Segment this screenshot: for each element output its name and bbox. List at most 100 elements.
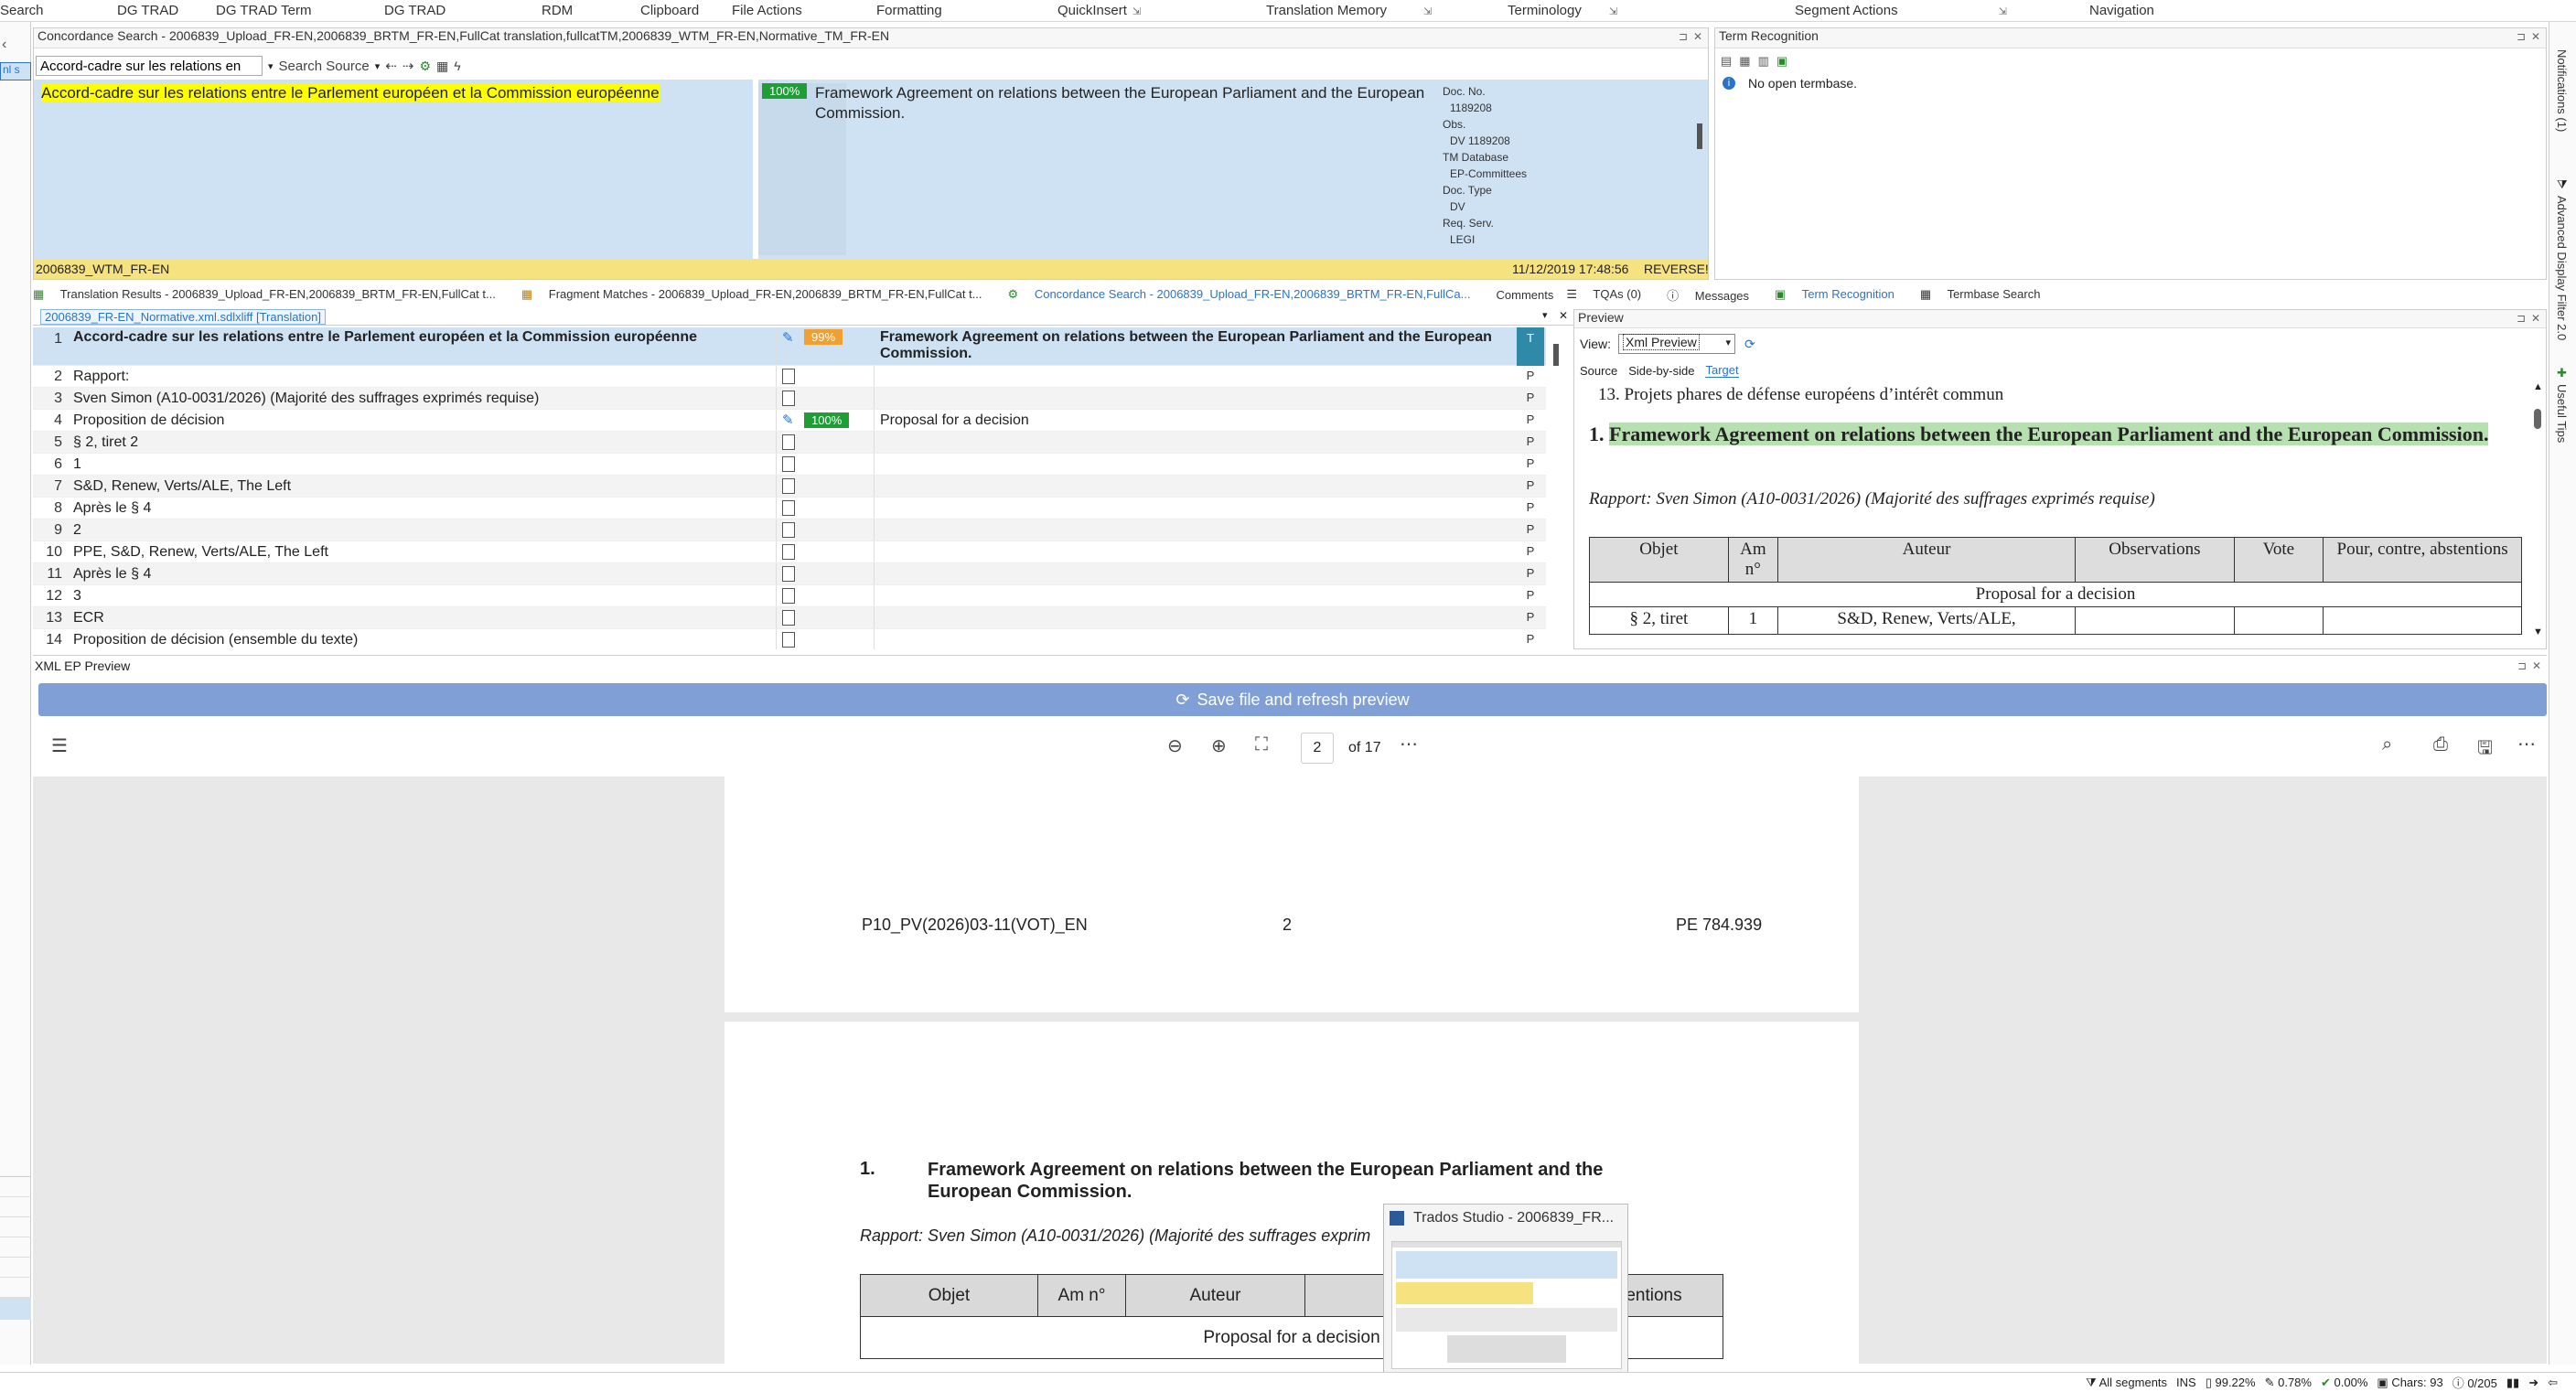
subtab-target[interactable]: Target xyxy=(1705,363,1739,378)
ribbon-group-dg-trad-term[interactable]: DG TRAD Term xyxy=(216,3,311,18)
dropdown-icon[interactable]: ▾ xyxy=(375,60,381,72)
tab-term-recognition[interactable]: ▣ Term Recognition xyxy=(1775,287,1907,302)
left-nav-entry[interactable] xyxy=(0,1278,31,1298)
side-tab-display-filter[interactable]: Advanced Display Filter 2.0 xyxy=(2555,196,2569,340)
ribbon-group-rdm[interactable]: RDM xyxy=(542,3,573,18)
segment-row[interactable]: 13 ECR P xyxy=(33,607,1546,629)
left-nav-entry-selected[interactable] xyxy=(0,1298,31,1320)
side-tab-notifications[interactable]: Notifications (1) xyxy=(2555,49,2569,132)
left-nav-entry[interactable] xyxy=(0,1177,31,1197)
save-refresh-button[interactable]: ⟳ Save file and refresh preview xyxy=(38,683,2547,716)
subtab-side-by-side[interactable]: Side-by-side xyxy=(1628,364,1694,378)
segment-row[interactable]: 8 Après le § 4 P xyxy=(33,498,1546,519)
pin-icon[interactable]: ⊐ xyxy=(2517,659,2527,672)
ribbon-group-dg-trad-2[interactable]: DG TRAD xyxy=(384,3,445,18)
list-view-icon[interactable]: ▤ xyxy=(1721,54,1732,69)
back-arrow-icon[interactable]: ⇠ xyxy=(385,58,397,74)
expand-icon[interactable]: ⇲ xyxy=(1609,6,1617,17)
dropdown-icon[interactable]: ▾ xyxy=(1542,309,1548,321)
segment-row[interactable]: 9 2 P xyxy=(33,519,1546,541)
pdf-viewport[interactable]: P10_PV(2026)03-11(VOT)_EN 2 PE 784.939 1… xyxy=(33,776,2547,1364)
pin-icon[interactable]: ⊐ xyxy=(1679,30,1688,43)
grid-view-icon[interactable]: ▦ xyxy=(1739,54,1750,69)
segment-row[interactable]: 7 S&D, Renew, Verts/ALE, The Left P xyxy=(33,476,1546,498)
zoom-in-icon[interactable]: ⊕ xyxy=(1211,734,1227,757)
ribbon-group-terminology[interactable]: Terminology ⇲ xyxy=(1508,3,1617,18)
left-nav-entry[interactable] xyxy=(0,1258,31,1278)
zoom-out-icon[interactable]: ⊖ xyxy=(1167,734,1183,757)
ribbon-group-dg-trad[interactable]: DG TRAD xyxy=(117,3,178,18)
segment-row[interactable]: 6 1 P xyxy=(33,454,1546,476)
page-number-input[interactable]: 2 xyxy=(1301,733,1334,764)
status-insert-mode[interactable]: INS xyxy=(2176,1376,2196,1389)
close-icon[interactable]: ✕ xyxy=(1559,309,1568,322)
lightning-icon[interactable]: ϟ xyxy=(454,59,460,73)
ribbon-group-clipboard[interactable]: Clipboard xyxy=(640,3,699,18)
ribbon-group-search[interactable]: Search xyxy=(0,3,44,18)
taskbar-thumbnail-popup[interactable]: Trados Studio - 2006839_FR... xyxy=(1383,1204,1628,1374)
segment-row[interactable]: 3 Sven Simon (A10-0031/2026) (Majorité d… xyxy=(33,388,1546,410)
editor-scrollbar-thumb[interactable] xyxy=(1553,344,1559,366)
pin-icon[interactable]: ⊐ xyxy=(2517,30,2526,43)
tab-termbase-search[interactable]: ▦ Termbase Search xyxy=(1920,287,2054,302)
ribbon-group-file-actions[interactable]: File Actions xyxy=(732,3,802,18)
status-filter[interactable]: ⧩ All segments xyxy=(2086,1376,2167,1390)
expand-icon[interactable]: ⇲ xyxy=(1132,6,1141,17)
segment-target[interactable]: Framework Agreement on relations between… xyxy=(880,329,1520,362)
arrow-left-icon[interactable]: ⇦ xyxy=(2548,1376,2558,1390)
table-view-icon[interactable]: ▥ xyxy=(1758,54,1769,69)
ribbon-group-segment-actions[interactable]: Segment Actions ⇲ xyxy=(1795,3,2007,18)
scrollbar-thumb[interactable] xyxy=(2534,409,2541,429)
save-icon[interactable]: 🖫 xyxy=(2477,734,2493,766)
expand-icon[interactable]: ⇲ xyxy=(1999,6,2007,17)
segment-row[interactable]: 4 Proposition de décision ✎ 100% Proposal… xyxy=(33,410,1546,432)
refresh-icon[interactable]: ⟳ xyxy=(1744,337,1755,352)
outline-icon[interactable]: ☰ xyxy=(51,734,68,757)
concordance-search-input[interactable] xyxy=(36,56,263,76)
ribbon-group-navigation[interactable]: Navigation xyxy=(2089,3,2154,18)
print-icon[interactable]: ⎙ xyxy=(2433,734,2448,755)
tab-messages[interactable]: ⓘ Messages xyxy=(1667,286,1762,304)
ribbon-group-quickinsert[interactable]: QuickInsert ⇲ xyxy=(1057,3,1141,18)
close-icon[interactable]: ✕ xyxy=(2531,30,2540,43)
more-options-icon[interactable]: ⋯ xyxy=(2517,733,2536,755)
concordance-result[interactable]: Accord-cadre sur les relations entre le … xyxy=(34,80,1708,259)
view-select[interactable]: Xml Preview ▾ xyxy=(1617,334,1735,354)
tab-tqas[interactable]: ☰ TQAs (0) xyxy=(1566,287,1654,302)
expand-icon[interactable]: ⇲ xyxy=(1423,6,1432,17)
search-source-button[interactable]: Search Source xyxy=(279,59,370,74)
left-nav-item[interactable]: nl s xyxy=(0,62,31,80)
ribbon-group-formatting[interactable]: Formatting xyxy=(876,3,942,18)
segment-row[interactable]: 11 Après le § 4 P xyxy=(33,563,1546,585)
more-options-icon[interactable]: ⋯ xyxy=(1400,733,1418,755)
left-nav-entry[interactable] xyxy=(0,1217,31,1237)
tab-fragment-matches[interactable]: ▦ Fragment Matches - 2006839_Upload_FR-E… xyxy=(521,287,995,302)
preview-scrollbar[interactable]: ▲ ▼ xyxy=(2531,381,2546,647)
editor-doc-tab[interactable]: 2006839_FR-EN_Normative.xml.sdlxliff [Tr… xyxy=(40,309,327,325)
collapse-left-icon[interactable]: ‹ xyxy=(2,37,6,53)
grid-icon[interactable]: ▦ xyxy=(436,59,448,74)
termbase-icon[interactable]: ▣ xyxy=(1776,54,1787,69)
segment-row[interactable]: 2 Rapport: P xyxy=(33,366,1546,388)
scroll-down-icon[interactable]: ▼ xyxy=(2533,626,2543,637)
side-tab-useful-tips[interactable]: Useful Tips xyxy=(2555,384,2569,443)
scroll-up-icon[interactable]: ▲ xyxy=(2533,381,2543,392)
dropdown-icon[interactable]: ▾ xyxy=(268,60,274,72)
segment-row[interactable]: 5 § 2, tiret 2 P xyxy=(33,432,1546,454)
subtab-source[interactable]: Source xyxy=(1580,364,1617,378)
close-icon[interactable]: ✕ xyxy=(2532,659,2541,672)
tab-comments[interactable]: Comments xyxy=(1497,288,1554,302)
search-icon[interactable]: ⌕ xyxy=(2382,734,2392,755)
close-icon[interactable]: ✕ xyxy=(1693,30,1702,43)
close-icon[interactable]: ✕ xyxy=(2531,312,2540,325)
ribbon-group-translation-memory[interactable]: Translation Memory ⇲ xyxy=(1266,3,1432,18)
fit-page-icon[interactable]: ⛶ xyxy=(1255,734,1268,755)
segment-row[interactable]: 10 PPE, S&D, Renew, Verts/ALE, The Left … xyxy=(33,541,1546,563)
tab-concordance-search[interactable]: ⚙ Concordance Search - 2006839_Upload_FR… xyxy=(1008,287,1484,302)
segment-row[interactable]: 14 Proposition de décision (ensemble du … xyxy=(33,629,1546,649)
tab-translation-results[interactable]: ▦ Translation Results - 2006839_Upload_F… xyxy=(33,287,509,302)
tm-icon[interactable]: ⚙ xyxy=(419,59,431,74)
arrow-right-icon[interactable]: ➜ xyxy=(2528,1376,2538,1390)
pin-icon[interactable]: ⊐ xyxy=(2517,312,2526,325)
segment-row-active[interactable]: 1 Accord-cadre sur les relations entre l… xyxy=(33,327,1546,366)
